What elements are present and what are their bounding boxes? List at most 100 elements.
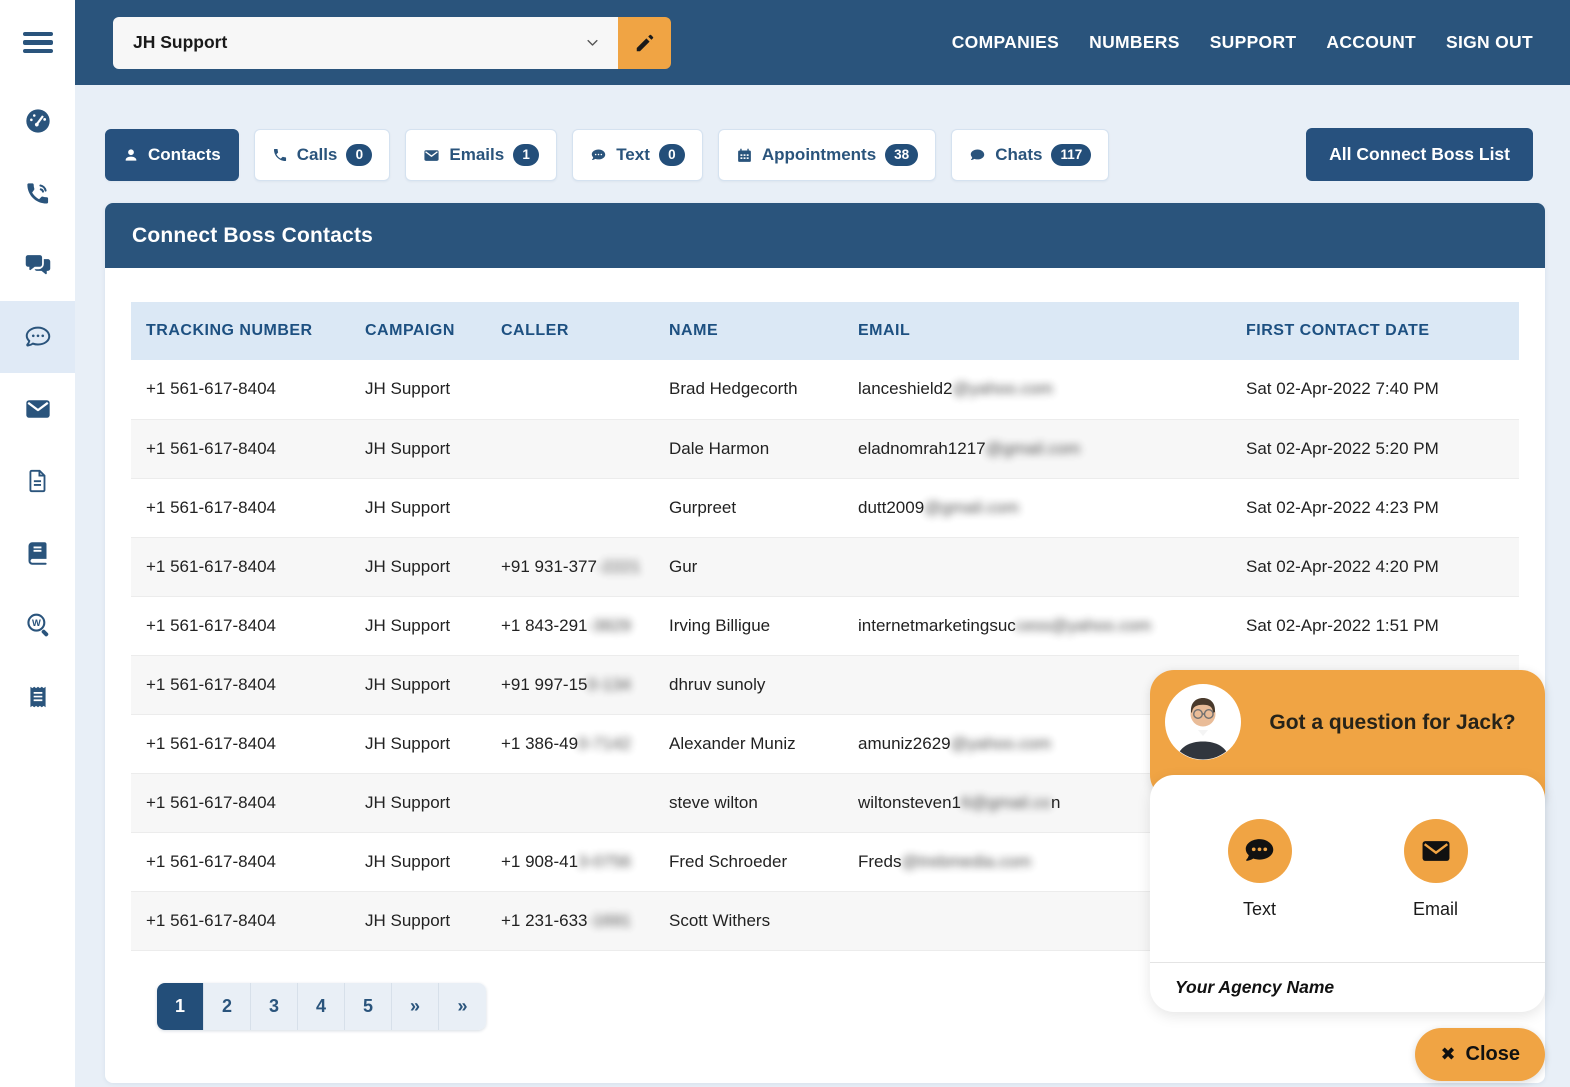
sidebar-item-dashboard[interactable] bbox=[0, 85, 75, 157]
chat-bubbles-icon bbox=[24, 251, 52, 279]
cell-campaign: JH Support bbox=[365, 616, 450, 635]
cell-email: lanceshield2 bbox=[858, 379, 953, 398]
sidebar-item-book[interactable] bbox=[0, 517, 75, 589]
cell-date: Sat 02-Apr-2022 7:40 PM bbox=[1246, 379, 1439, 398]
sidebar-item-email[interactable] bbox=[0, 373, 75, 445]
cell-campaign: JH Support bbox=[365, 379, 450, 398]
cell-campaign: JH Support bbox=[365, 734, 450, 753]
envelope-icon bbox=[423, 147, 440, 164]
col-caller: CALLER bbox=[486, 302, 654, 360]
pagination: 1 2 3 4 5 » » bbox=[157, 983, 486, 1030]
cell-caller: +1 386-49 bbox=[501, 734, 578, 753]
chevron-down-icon bbox=[585, 35, 600, 50]
cell-name: Alexander Muniz bbox=[669, 734, 796, 753]
sidebar-item-sms[interactable] bbox=[0, 301, 75, 373]
tab-count-badge: 0 bbox=[346, 144, 372, 166]
nav-support[interactable]: SUPPORT bbox=[1210, 32, 1297, 53]
cell-tracking: +1 561-617-8404 bbox=[146, 379, 276, 398]
chat-bubble-icon bbox=[969, 147, 986, 164]
page-button-4[interactable]: 4 bbox=[298, 983, 345, 1030]
phone-icon bbox=[272, 147, 288, 163]
cell-email-redacted: @yahoo.com bbox=[951, 734, 1051, 753]
cell-caller: +91 997-15 bbox=[501, 675, 588, 694]
email-action-button[interactable]: Email bbox=[1404, 819, 1468, 920]
cell-tracking: +1 561-617-8404 bbox=[146, 616, 276, 635]
company-selector[interactable]: JH Support bbox=[113, 17, 618, 69]
cell-tracking: +1 561-617-8404 bbox=[146, 498, 276, 517]
table-row[interactable]: +1 561-617-8404 JH Support +91 931-377-2… bbox=[131, 537, 1519, 596]
cell-campaign: JH Support bbox=[365, 439, 450, 458]
chat-dots-icon bbox=[1228, 819, 1292, 883]
tab-calls[interactable]: Calls 0 bbox=[254, 129, 391, 181]
cell-caller-redacted: -2221 bbox=[597, 557, 640, 576]
sidebar-item-keyword-search[interactable]: W bbox=[0, 589, 75, 661]
cell-caller: +1 843-291 bbox=[501, 616, 588, 635]
nav-sign-out[interactable]: SIGN OUT bbox=[1446, 32, 1533, 53]
cell-campaign: JH Support bbox=[365, 852, 450, 871]
envelope-icon bbox=[24, 395, 52, 423]
file-icon bbox=[25, 468, 51, 494]
table-row[interactable]: +1 561-617-8404 JH Support Brad Hedgecor… bbox=[131, 360, 1519, 419]
text-action-label: Text bbox=[1243, 899, 1276, 920]
tab-contacts[interactable]: Contacts bbox=[105, 129, 239, 181]
menu-icon[interactable] bbox=[0, 0, 75, 85]
tab-count-badge: 38 bbox=[885, 144, 918, 166]
cell-caller: +91 931-377 bbox=[501, 557, 597, 576]
envelope-icon bbox=[1404, 819, 1468, 883]
tab-label: Emails bbox=[449, 145, 504, 165]
cell-tracking: +1 561-617-8404 bbox=[146, 675, 276, 694]
tab-count-badge: 1 bbox=[513, 144, 539, 166]
page-button-3[interactable]: 3 bbox=[251, 983, 298, 1030]
cell-caller-redacted: -3829 bbox=[588, 616, 631, 635]
cell-caller: +1 908-41 bbox=[501, 852, 578, 871]
gauge-icon bbox=[24, 107, 52, 135]
tab-label: Appointments bbox=[762, 145, 876, 165]
cell-email: internetmarketingsuc bbox=[858, 616, 1016, 635]
tab-chats[interactable]: Chats 117 bbox=[951, 129, 1109, 181]
user-icon bbox=[123, 147, 139, 163]
page-button-5[interactable]: 5 bbox=[345, 983, 392, 1030]
cell-email-redacted: @gmail.com bbox=[924, 498, 1019, 517]
table-row[interactable]: +1 561-617-8404 JH Support Dale Harmon e… bbox=[131, 419, 1519, 478]
tab-text[interactable]: Text 0 bbox=[572, 129, 703, 181]
sidebar-item-documents[interactable] bbox=[0, 445, 75, 517]
page-button-next[interactable]: » bbox=[392, 983, 439, 1030]
nav-account[interactable]: ACCOUNT bbox=[1326, 32, 1416, 53]
page-button-1[interactable]: 1 bbox=[157, 983, 204, 1030]
tab-emails[interactable]: Emails 1 bbox=[405, 129, 557, 181]
tab-label: Chats bbox=[995, 145, 1042, 165]
company-selector-value: JH Support bbox=[133, 32, 227, 53]
cell-email-redacted: @trebmedia.com bbox=[901, 852, 1031, 871]
col-first-contact-date: FIRST CONTACT DATE bbox=[1231, 302, 1519, 360]
close-icon: ✖ bbox=[1440, 1044, 1455, 1065]
close-widget-button[interactable]: ✖ Close bbox=[1415, 1028, 1545, 1081]
edit-company-button[interactable] bbox=[618, 17, 671, 69]
sidebar-item-conversations[interactable] bbox=[0, 229, 75, 301]
avatar bbox=[1164, 683, 1242, 761]
receipt-icon bbox=[25, 684, 51, 710]
cell-campaign: JH Support bbox=[365, 675, 450, 694]
sidebar-item-billing[interactable] bbox=[0, 661, 75, 733]
cell-email-redacted: cess@yahoo.com bbox=[1016, 616, 1151, 635]
cell-date: Sat 02-Apr-2022 4:20 PM bbox=[1246, 557, 1439, 576]
cell-tracking: +1 561-617-8404 bbox=[146, 852, 276, 871]
nav-numbers[interactable]: NUMBERS bbox=[1089, 32, 1180, 53]
all-connect-boss-list-button[interactable]: All Connect Boss List bbox=[1306, 128, 1533, 181]
sidebar-item-calls[interactable] bbox=[0, 157, 75, 229]
panel-header: Connect Boss Contacts bbox=[105, 203, 1545, 268]
cell-caller: +1 231-633 bbox=[501, 911, 588, 930]
agency-name: Your Agency Name bbox=[1150, 962, 1545, 1012]
page-button-last[interactable]: » bbox=[439, 983, 486, 1030]
cell-email-redacted: @gmail.com bbox=[986, 439, 1081, 458]
table-row[interactable]: +1 561-617-8404 JH Support +1 843-291-38… bbox=[131, 596, 1519, 655]
page-button-2[interactable]: 2 bbox=[204, 983, 251, 1030]
nav-companies[interactable]: COMPANIES bbox=[952, 32, 1059, 53]
cell-name: dhruv sunoly bbox=[669, 675, 765, 694]
table-header-row: TRACKING NUMBER CAMPAIGN CALLER NAME EMA… bbox=[131, 302, 1519, 360]
cell-email: amuniz2629 bbox=[858, 734, 951, 753]
table-row[interactable]: +1 561-617-8404 JH Support Gurpreet dutt… bbox=[131, 478, 1519, 537]
text-action-button[interactable]: Text bbox=[1228, 819, 1292, 920]
cell-name: Fred Schroeder bbox=[669, 852, 787, 871]
cell-email: eladnomrah1217 bbox=[858, 439, 986, 458]
tab-appointments[interactable]: Appointments 38 bbox=[718, 129, 936, 181]
